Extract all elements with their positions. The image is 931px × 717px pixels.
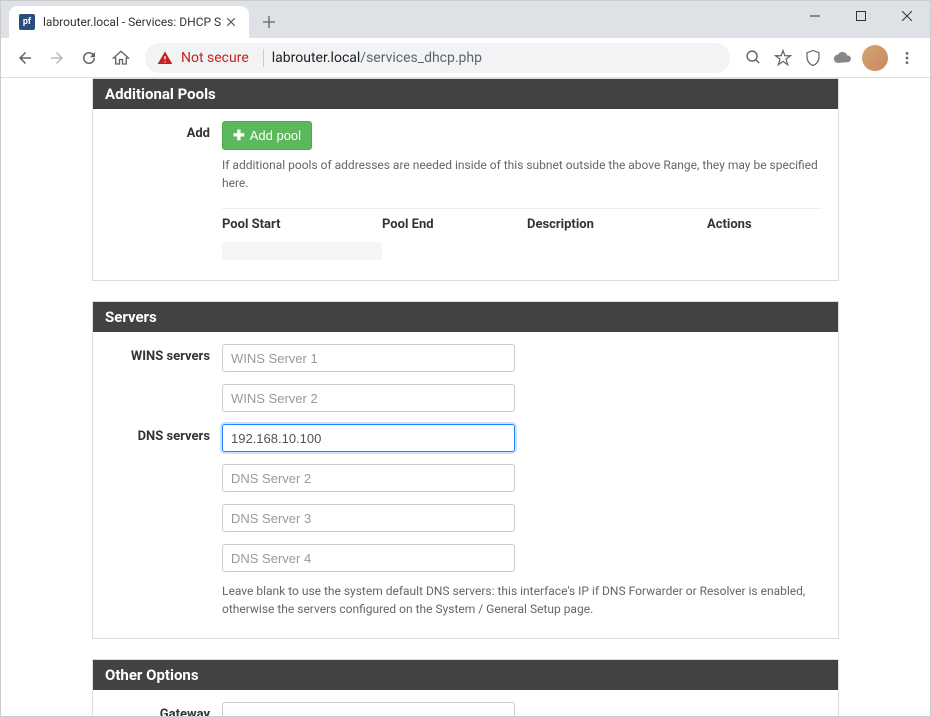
pool-table-header: Pool Start Pool End Description Actions <box>222 208 822 240</box>
extension-ublock-icon[interactable] <box>798 43 828 73</box>
extension-cloud-icon[interactable] <box>828 43 858 73</box>
panel-other-options: Other Options Gateway The default is to … <box>92 659 839 716</box>
dns-server-2-input[interactable] <box>222 464 515 492</box>
browser-title-bar: pf labrouter.local - Services: DHCP S <box>1 1 930 38</box>
window-minimize-button[interactable] <box>792 1 838 31</box>
col-pool-end: Pool End <box>382 217 527 232</box>
browser-tab[interactable]: pf labrouter.local - Services: DHCP S <box>9 6 249 38</box>
add-pool-button[interactable]: ✚ Add pool <box>222 121 312 150</box>
address-omnibox[interactable]: Not secure labrouter.local/services_dhcp… <box>145 43 730 73</box>
add-label: Add <box>109 121 222 141</box>
not-secure-warning-icon <box>157 50 173 66</box>
wins-server-2-input[interactable] <box>222 384 515 412</box>
window-close-button[interactable] <box>884 1 930 31</box>
panel-header-additional-pools: Additional Pools <box>93 79 838 109</box>
omnibox-divider <box>263 49 264 67</box>
col-pool-start: Pool Start <box>222 217 382 232</box>
wins-servers-label: WINS servers <box>109 344 222 364</box>
pool-empty-row <box>222 242 382 260</box>
profile-avatar[interactable] <box>862 45 888 71</box>
tab-title: labrouter.local - Services: DHCP S <box>43 15 223 29</box>
tab-close-icon[interactable] <box>223 14 239 30</box>
col-description: Description <box>527 217 707 232</box>
browser-menu-icon[interactable] <box>892 43 922 73</box>
wins-server-1-input[interactable] <box>222 344 515 372</box>
dns-server-3-input[interactable] <box>222 504 515 532</box>
nav-reload-button[interactable] <box>73 42 105 74</box>
col-actions: Actions <box>707 217 822 232</box>
nav-forward-button[interactable] <box>41 42 73 74</box>
zoom-icon[interactable] <box>738 43 768 73</box>
page-content-scroll[interactable]: Additional Pools Add ✚ Add pool If addit… <box>1 78 930 716</box>
plus-icon: ✚ <box>233 127 245 144</box>
bookmark-star-icon[interactable] <box>768 43 798 73</box>
dns-help-text: Leave blank to use the system default DN… <box>222 582 822 618</box>
browser-address-bar: Not secure labrouter.local/services_dhcp… <box>1 38 930 78</box>
nav-back-button[interactable] <box>9 42 41 74</box>
new-tab-button[interactable] <box>255 8 283 36</box>
not-secure-label: Not secure <box>181 50 249 66</box>
panel-header-other-options: Other Options <box>93 660 838 690</box>
url-text: labrouter.local/services_dhcp.php <box>272 50 482 66</box>
gateway-input[interactable] <box>222 702 515 716</box>
dns-server-1-input[interactable] <box>222 424 515 452</box>
window-maximize-button[interactable] <box>838 1 884 31</box>
nav-home-button[interactable] <box>105 42 137 74</box>
dns-server-4-input[interactable] <box>222 544 515 572</box>
add-pool-help: If additional pools of addresses are nee… <box>222 156 822 192</box>
panel-servers: Servers WINS servers <box>92 301 839 639</box>
panel-additional-pools: Additional Pools Add ✚ Add pool If addit… <box>92 78 839 281</box>
gateway-label: Gateway <box>109 702 222 716</box>
favicon-pfsense: pf <box>19 14 35 30</box>
dns-servers-label: DNS servers <box>109 424 222 444</box>
panel-header-servers: Servers <box>93 302 838 332</box>
